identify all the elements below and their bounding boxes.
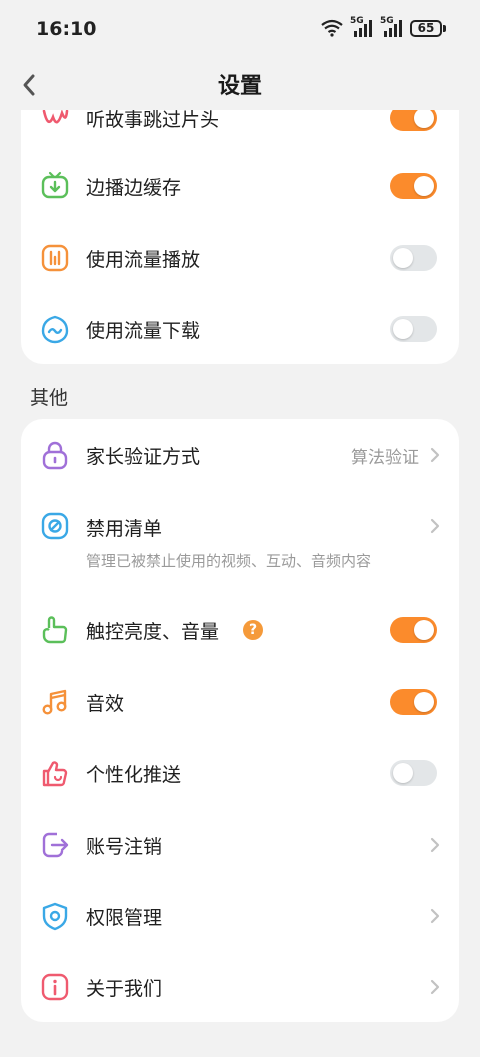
like-hand-icon: [40, 758, 70, 788]
signal-icon: [384, 20, 402, 37]
touch-brightness-volume-toggle[interactable]: [390, 617, 437, 643]
help-icon[interactable]: ?: [243, 620, 263, 640]
setting-row-play-on-cellular[interactable]: 使用流量播放: [21, 228, 459, 288]
block-icon: [40, 511, 70, 541]
setting-label: 触控亮度、音量: [86, 620, 220, 643]
chevron-right-icon: [430, 908, 440, 924]
setting-row-personalized-push[interactable]: 个性化推送: [21, 743, 459, 803]
setting-value: 算法验证: [351, 447, 419, 468]
thumbs-up-icon: [40, 615, 70, 645]
setting-row-permission-management[interactable]: 权限管理: [21, 886, 459, 946]
play-on-cellular-toggle[interactable]: [390, 245, 437, 271]
cache-while-playing-toggle[interactable]: [390, 173, 437, 199]
cellular-download-icon: [40, 314, 70, 344]
status-bar: 16:10 5G 5G 65: [0, 0, 480, 60]
info-icon: [40, 972, 70, 1002]
chevron-right-icon: [430, 837, 440, 853]
shield-icon: [40, 901, 70, 931]
setting-row-account-deletion[interactable]: 账号注销: [21, 815, 459, 875]
setting-label: 使用流量播放: [86, 248, 201, 271]
download-on-cellular-toggle[interactable]: [390, 316, 437, 342]
section-header-other: 其他: [30, 387, 69, 409]
chevron-right-icon: [430, 447, 440, 463]
personalized-push-toggle[interactable]: [390, 760, 437, 786]
setting-label: 个性化推送: [86, 763, 182, 786]
signal-icon: [354, 20, 372, 37]
download-tv-icon: [40, 171, 70, 201]
setting-row-download-on-cellular[interactable]: 使用流量下载: [21, 299, 459, 359]
cellular-play-icon: [40, 243, 70, 273]
settings-card-other: 家长验证方式 算法验证 禁用清单 管理已被禁止使用的视频、互动、音频内容 触控亮…: [21, 419, 459, 1022]
music-note-icon: [40, 687, 70, 717]
page-title: 设置: [217, 74, 262, 99]
sound-effects-toggle[interactable]: [390, 689, 437, 715]
setting-label: 音效: [86, 692, 125, 715]
setting-label: 账号注销: [86, 835, 163, 858]
logout-icon: [40, 830, 70, 860]
chevron-right-icon: [430, 979, 440, 995]
cellular-signal-1: 5G: [350, 16, 374, 37]
setting-row-block-list[interactable]: 禁用清单 管理已被禁止使用的视频、互动、音频内容: [21, 497, 459, 577]
chevron-right-icon: [430, 518, 440, 534]
setting-label: 权限管理: [86, 906, 163, 929]
setting-row-sound-effects[interactable]: 音效: [21, 672, 459, 732]
wifi-icon: [321, 19, 343, 37]
battery-level: 65: [410, 19, 442, 37]
setting-subtitle: 管理已被禁止使用的视频、互动、音频内容: [86, 552, 372, 570]
setting-row-cache-while-playing[interactable]: 边播边缓存: [21, 156, 459, 216]
cellular-signal-2: 5G: [380, 16, 404, 37]
setting-row-about-us[interactable]: 关于我们: [21, 957, 459, 1017]
setting-label: 禁用清单: [86, 518, 163, 540]
setting-row-parent-verification[interactable]: 家长验证方式 算法验证: [21, 425, 459, 485]
setting-label: 边播边缓存: [86, 176, 182, 199]
nav-bar: 设置: [0, 60, 480, 110]
setting-row-touch-brightness-volume[interactable]: 触控亮度、音量 ?: [21, 600, 459, 660]
status-time: 16:10: [36, 18, 97, 40]
setting-label: 家长验证方式: [86, 445, 201, 468]
setting-label: 使用流量下载: [86, 319, 201, 342]
setting-label: 关于我们: [86, 977, 163, 1000]
status-icons: 5G 5G 65: [320, 16, 446, 37]
battery-icon: 65: [410, 19, 446, 37]
lock-icon: [40, 440, 70, 470]
